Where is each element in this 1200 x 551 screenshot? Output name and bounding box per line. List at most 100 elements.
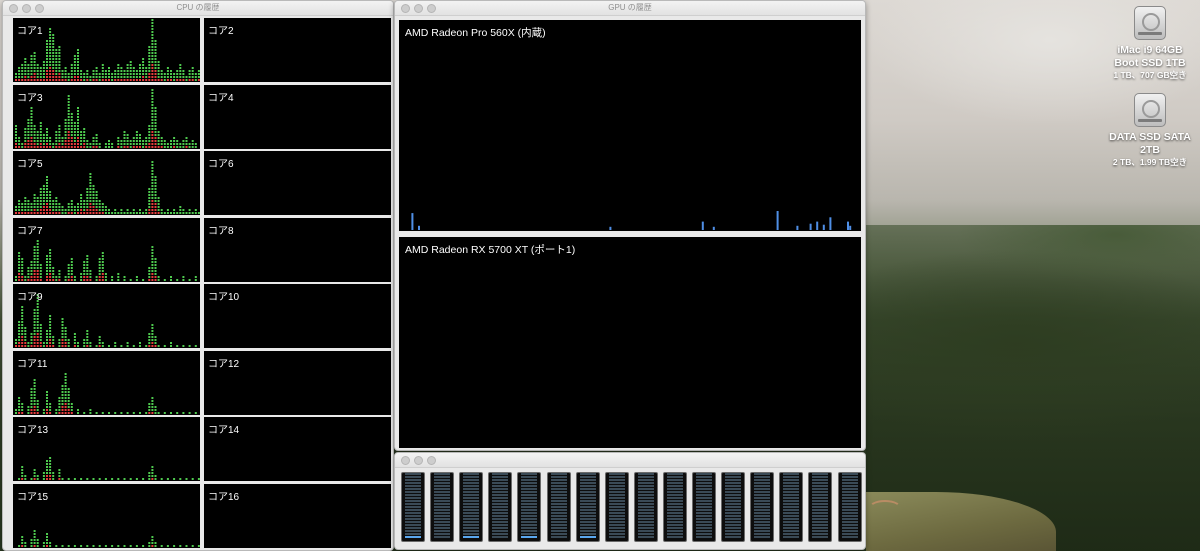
cpu-bar-segment bbox=[98, 339, 101, 341]
cpu-bar-segment bbox=[24, 76, 27, 78]
meter-segment bbox=[696, 494, 712, 496]
cpu-bar-segment bbox=[64, 372, 67, 375]
cpu-bar-segment bbox=[154, 345, 157, 347]
cpu-bar-segment bbox=[111, 544, 114, 547]
cpu-bar-segment bbox=[126, 64, 129, 66]
cpu-bar-segment bbox=[33, 251, 36, 254]
cpu-bar-segment bbox=[83, 136, 86, 139]
cpu-bar-segment bbox=[89, 269, 92, 272]
cpu-bar-segment bbox=[15, 209, 17, 211]
cpu-bar-segment bbox=[80, 478, 83, 480]
cpu-bar-segment bbox=[24, 200, 27, 202]
meter-segment bbox=[696, 479, 712, 481]
cpu-bar-segment bbox=[46, 46, 48, 48]
cpu-bar-segment bbox=[194, 345, 197, 347]
cpu-bar-segment bbox=[39, 272, 42, 275]
cpu-window-titlebar[interactable]: CPU の履歴 bbox=[3, 1, 393, 16]
cpu-bar-segment bbox=[36, 272, 39, 275]
cpu-bar-segment bbox=[67, 94, 70, 97]
cpu-bar-segment bbox=[64, 399, 67, 402]
drive-boot-ssd[interactable]: iMac i9 64GB Boot SSD 1TB 1 TB、707 GB空き bbox=[1104, 6, 1196, 81]
meter-segment bbox=[521, 485, 538, 487]
cpu-bar-segment bbox=[42, 76, 45, 78]
cpu-bar-segment bbox=[86, 278, 89, 281]
cpu-bar-segment bbox=[163, 139, 166, 142]
meter-segment bbox=[550, 479, 567, 481]
cpu-bar-segment bbox=[52, 275, 55, 278]
cpu-bar-segment bbox=[188, 212, 191, 214]
cpu-bar-segment bbox=[42, 142, 45, 145]
cpu-bar-segment bbox=[52, 342, 55, 344]
cpu-bar-segment bbox=[142, 64, 145, 66]
cpu-bar-segment bbox=[73, 139, 76, 142]
cpu-bar-segment bbox=[77, 55, 79, 57]
cpu-bar-segment bbox=[95, 133, 98, 136]
cpu-bar-segment bbox=[191, 478, 194, 480]
meter-segment bbox=[521, 476, 538, 478]
meter-window-titlebar[interactable] bbox=[395, 453, 865, 468]
cpu-bar-segment bbox=[142, 70, 145, 72]
core-label: コア3 bbox=[17, 92, 43, 104]
cpu-bar-segment bbox=[73, 133, 76, 136]
cpu-bar-segment bbox=[33, 336, 36, 338]
cpu-bar-segment bbox=[148, 275, 151, 278]
cpu-bar-segment bbox=[46, 139, 48, 142]
cpu-bar-segment bbox=[39, 121, 42, 124]
cpu-bar-segment bbox=[33, 197, 36, 199]
zoom-button[interactable] bbox=[427, 456, 436, 465]
cpu-bar-segment bbox=[61, 73, 64, 75]
cpu-bar-segment bbox=[58, 142, 61, 145]
cpu-bar-segment bbox=[148, 76, 151, 78]
drive-data-ssd[interactable]: DATA SSD SATA 2TB 2 TB、1.99 TB空き bbox=[1104, 93, 1196, 168]
cpu-bar-segment bbox=[64, 67, 67, 69]
cpu-bar-segment bbox=[46, 133, 48, 136]
cpu-bar-segment bbox=[21, 142, 24, 145]
cpu-bar-segment bbox=[46, 145, 48, 148]
meter-segment bbox=[579, 488, 596, 490]
cpu-bar-segment bbox=[61, 318, 64, 320]
cpu-bar-segment bbox=[21, 336, 24, 338]
cpu-bar-segment bbox=[15, 345, 17, 347]
meter-segment bbox=[550, 476, 567, 478]
minimize-button[interactable] bbox=[414, 456, 423, 465]
meter-segment bbox=[463, 515, 480, 517]
cpu-bar-segment bbox=[157, 145, 160, 148]
meter-segment bbox=[521, 494, 538, 496]
cpu-bar-segment bbox=[148, 124, 151, 127]
cpu-bar-segment bbox=[27, 70, 30, 72]
gpu-window-titlebar[interactable]: GPU の履歴 bbox=[395, 1, 865, 16]
cpu-bar-segment bbox=[145, 73, 148, 75]
meter-segment bbox=[783, 536, 800, 538]
cpu-bar-segment bbox=[92, 188, 95, 190]
cpu-bar-segment bbox=[154, 278, 157, 281]
cpu-bar-segment bbox=[33, 76, 36, 78]
cpu-bar-segment bbox=[21, 145, 24, 148]
meter-segment bbox=[463, 521, 480, 523]
cpu-bar-segment bbox=[179, 209, 182, 211]
cpu-bar-segment bbox=[36, 318, 39, 320]
cpu-bar-segment bbox=[58, 275, 61, 278]
cpu-bar-segment bbox=[154, 43, 157, 45]
cpu-bar-segment bbox=[58, 399, 61, 402]
close-button[interactable] bbox=[401, 456, 410, 465]
cpu-bar-segment bbox=[55, 73, 58, 75]
cpu-bar-segment bbox=[42, 194, 45, 196]
meter-segment bbox=[434, 533, 451, 535]
cpu-bar-segment bbox=[49, 70, 52, 72]
cpu-bar-segment bbox=[129, 142, 132, 145]
cpu-bar-segment bbox=[80, 197, 83, 199]
gpu-meter bbox=[750, 472, 775, 542]
cpu-bar-segment bbox=[36, 541, 39, 544]
cpu-bar-segment bbox=[61, 336, 64, 338]
cpu-bar-segment bbox=[160, 209, 163, 211]
meter-segment bbox=[579, 506, 596, 508]
window-title: GPU の履歴 bbox=[608, 3, 652, 12]
cpu-bar-segment bbox=[73, 79, 76, 81]
meter-segment bbox=[434, 476, 451, 478]
cpu-bar-segment bbox=[86, 209, 89, 211]
meter-segment bbox=[608, 527, 625, 529]
cpu-bar-segment bbox=[139, 133, 141, 136]
cpu-bar-segment bbox=[67, 76, 70, 78]
cpu-bar-segment bbox=[49, 257, 52, 260]
cpu-bar-segment bbox=[101, 263, 104, 266]
